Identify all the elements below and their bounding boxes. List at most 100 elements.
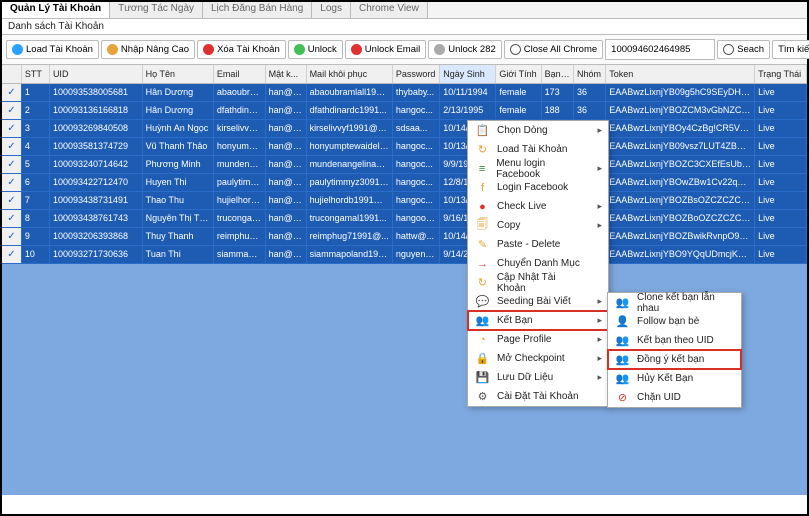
chevron-right-icon: ▸ xyxy=(597,334,602,345)
menu-item[interactable]: ●Check Live▸ xyxy=(468,197,608,216)
col-header[interactable]: Giới Tính xyxy=(496,65,541,83)
cell: honyumptewaidella... xyxy=(306,137,392,155)
table-row[interactable]: ✓5100093240714642Phương Minhmundenangeli… xyxy=(2,155,807,173)
unlock-email-button[interactable]: Unlock Email xyxy=(345,40,426,59)
menu-item[interactable]: ⚙Cài Đặt Tài Khoản xyxy=(468,387,608,406)
unlock-282-label: Unlock 282 xyxy=(448,44,496,55)
col-header[interactable]: Họ Tên xyxy=(142,65,213,83)
menu-item[interactable]: 👥Đồng ý kết bạn xyxy=(608,350,741,369)
account-table-container: STTUIDHọ TênEmailMật k...Mail khôi phụcP… xyxy=(2,65,807,495)
import-button[interactable]: Nhập Nâng Cao xyxy=(101,40,195,59)
menu-item[interactable]: 📋Chọn Dòng▸ xyxy=(468,121,608,140)
row-checkbox[interactable]: ✓ xyxy=(2,119,21,137)
tab-2[interactable]: Lịch Đăng Bán Hàng xyxy=(203,2,312,18)
row-checkbox[interactable]: ✓ xyxy=(2,209,21,227)
cell: hattw@... xyxy=(392,227,439,245)
table-row[interactable]: ✓9100093206393868Thuy Thanhreimphug7@h..… xyxy=(2,227,807,245)
cell: honyumptewa... xyxy=(213,137,265,155)
col-header[interactable]: Token xyxy=(606,65,755,83)
tab-1[interactable]: Tương Tác Ngày xyxy=(110,2,203,18)
table-row[interactable]: ✓3100093269840508Huỳnh An Ngọckirselivvy… xyxy=(2,119,807,137)
table-row[interactable]: ✓7100093438731491Thao Thuhujielhordb@h..… xyxy=(2,191,807,209)
menu-item[interactable]: 🔒Mở Checkpoint▸ xyxy=(468,349,608,368)
menu-item[interactable]: 👥Kết Bạn▸ xyxy=(468,311,608,330)
unlock-button[interactable]: Unlock xyxy=(288,40,343,59)
table-row[interactable]: ✓10100093271730636Tuan Thisiammapolandl.… xyxy=(2,245,807,263)
menu-item[interactable]: ⊘Chặn UID xyxy=(608,388,741,407)
row-checkbox[interactable]: ✓ xyxy=(2,83,21,101)
col-header[interactable]: Ngày Sinh xyxy=(440,65,496,83)
row-checkbox[interactable]: ✓ xyxy=(2,155,21,173)
menu-label: Chặn UID xyxy=(637,392,681,403)
adv-search-label: Tìm kiếm nâng cao xyxy=(778,44,809,55)
menu-item[interactable]: 👥Kết bạn theo UID xyxy=(608,331,741,350)
advanced-search-button[interactable]: Tìm kiếm nâng cao xyxy=(772,40,809,59)
cell: EAABwzLixnjYBOZBwikRvnpO9HZ... xyxy=(606,227,755,245)
context-submenu: 👥Clone kết bạn lẫn nhau👤Follow bạn bè👥Kế… xyxy=(607,292,742,408)
menu-item[interactable]: 👤Follow bạn bè xyxy=(608,312,741,331)
account-table[interactable]: STTUIDHọ TênEmailMật k...Mail khôi phụcP… xyxy=(2,65,807,264)
close-chrome-button[interactable]: Close All Chrome xyxy=(504,40,603,59)
cell: reimphug71991@... xyxy=(306,227,392,245)
table-row[interactable]: ✓2100093136166818Hân Dươngdfathdinardc..… xyxy=(2,101,807,119)
table-row[interactable]: ✓1100093538005681Hân Dươngabaoubramlall1… xyxy=(2,83,807,101)
cell: hangoc... xyxy=(392,101,439,119)
row-checkbox[interactable]: ✓ xyxy=(2,227,21,245)
delete-button[interactable]: Xóa Tài Khoản xyxy=(197,40,286,59)
row-checkbox[interactable]: ✓ xyxy=(2,101,21,119)
menu-item[interactable]: ✎Paste - Delete xyxy=(468,235,608,254)
cell: han@g... xyxy=(265,83,306,101)
table-row[interactable]: ✓4100093581374729Vũ Thanh Thảohonyumptew… xyxy=(2,137,807,155)
unlock-282-button[interactable]: Unlock 282 xyxy=(428,40,502,59)
menu-item[interactable]: 🗐Copy▸ xyxy=(468,216,608,235)
cell: paulytimmyz30... xyxy=(213,173,265,191)
cell: siammapolandl... xyxy=(213,245,265,263)
row-checkbox[interactable]: ✓ xyxy=(2,173,21,191)
load-button[interactable]: Load Tài Khoản xyxy=(6,40,99,59)
col-header[interactable]: UID xyxy=(49,65,142,83)
col-header[interactable]: Mail khôi phục xyxy=(306,65,392,83)
menu-item[interactable]: ≡Menu login Facebook▸ xyxy=(468,159,608,178)
col-header[interactable]: Mật k... xyxy=(265,65,306,83)
col-header[interactable]: Email xyxy=(213,65,265,83)
row-checkbox[interactable]: ✓ xyxy=(2,191,21,209)
row-checkbox[interactable]: ✓ xyxy=(2,245,21,263)
menu-icon: ≡ xyxy=(476,162,488,175)
search-input[interactable] xyxy=(605,39,715,60)
menu-item[interactable]: ↻Cập Nhật Tài Khoản xyxy=(468,273,608,292)
cell: 5 xyxy=(21,155,49,173)
col-header[interactable] xyxy=(2,65,21,83)
menu-item[interactable]: ↻Load Tài Khoản xyxy=(468,140,608,159)
row-checkbox[interactable]: ✓ xyxy=(2,137,21,155)
table-row[interactable]: ✓8100093438761743Nguyên Thị Thảotruconga… xyxy=(2,209,807,227)
menu-item[interactable]: fLogin Facebook xyxy=(468,178,608,197)
cell: 100093438731491 xyxy=(49,191,142,209)
chevron-right-icon: ▸ xyxy=(597,125,602,136)
menu-item[interactable]: →Chuyển Danh Mục xyxy=(468,254,608,273)
cell: dfathdinardc1991... xyxy=(306,101,392,119)
cell: EAABwzLixnjYBOZC3CXEfEsUbZ... xyxy=(606,155,755,173)
menu-item[interactable]: 👥Hủy Kết Bạn xyxy=(608,369,741,388)
tab-0[interactable]: Quản Lý Tài Khoản xyxy=(2,2,110,18)
menu-item[interactable]: 💬Seeding Bài Viết▸ xyxy=(468,292,608,311)
cell: thybaby... xyxy=(392,83,439,101)
col-header[interactable]: Password xyxy=(392,65,439,83)
menu-item[interactable]: ◔Page Profile▸ xyxy=(468,330,608,349)
col-header[interactable]: Bạn bè xyxy=(541,65,573,83)
cell: EAABwzLixnjYBOZBoOZCZCZC40... xyxy=(606,209,755,227)
cell: hangoc... xyxy=(392,155,439,173)
col-header[interactable]: Trạng Thái xyxy=(755,65,807,83)
col-header[interactable]: Nhóm xyxy=(573,65,605,83)
menu-item[interactable]: 👥Clone kết bạn lẫn nhau xyxy=(608,293,741,312)
toolbar: Load Tài Khoản Nhập Nâng Cao Xóa Tài Kho… xyxy=(2,35,807,65)
menu-icon: f xyxy=(476,181,489,194)
cell: EAABwzLixnjYB09vsz7LUT4ZBVcv... xyxy=(606,137,755,155)
tab-3[interactable]: Logs xyxy=(312,2,351,18)
col-header[interactable]: STT xyxy=(21,65,49,83)
search-button[interactable]: Seach xyxy=(717,40,770,59)
table-row[interactable]: ✓6100093422712470Huyen Thipaulytimmyz30.… xyxy=(2,173,807,191)
menu-item[interactable]: 💾Lưu Dữ Liệu▸ xyxy=(468,368,608,387)
cell: 100093438761743 xyxy=(49,209,142,227)
tab-4[interactable]: Chrome View xyxy=(351,2,428,18)
menu-label: Seeding Bài Viết xyxy=(497,296,571,307)
